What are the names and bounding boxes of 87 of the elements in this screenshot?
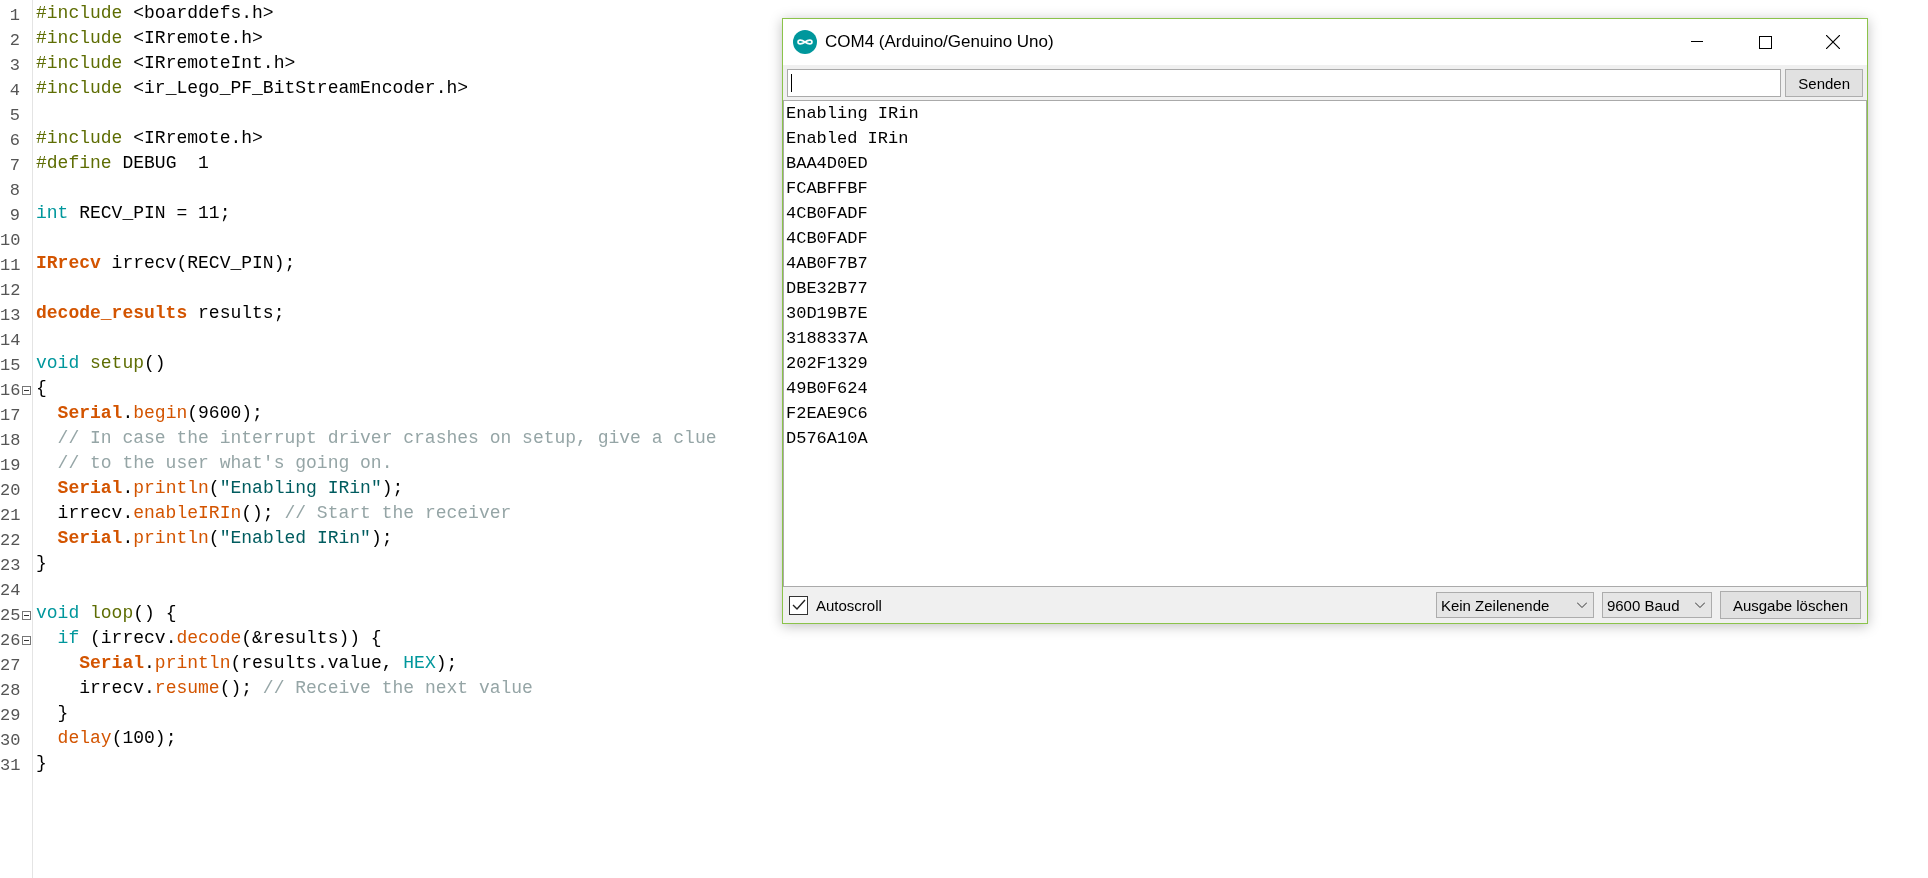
window-title: COM4 (Arduino/Genuino Uno): [825, 32, 1055, 52]
line-number: 18: [0, 431, 20, 450]
code-line: void setup(): [36, 353, 167, 375]
line-number: 3: [8, 56, 20, 75]
line-number: 10: [0, 231, 20, 250]
output-line: 30D19B7E: [786, 304, 869, 325]
line-number: 6: [8, 131, 20, 150]
close-icon: [1826, 35, 1840, 49]
send-button[interactable]: Senden: [1785, 69, 1863, 97]
fold-toggle-icon[interactable]: [22, 386, 31, 395]
output-line: 202F1329: [786, 354, 869, 375]
code-line: irrecv.enableIRIn(); // Start the receiver: [56, 503, 513, 525]
line-number: 5: [8, 106, 20, 125]
line-number: 2: [8, 31, 20, 50]
code-line: }: [36, 553, 48, 575]
line-number: 29: [0, 706, 20, 725]
code-line: Serial.begin(9600);: [56, 403, 264, 425]
output-line: Enabling IRin: [786, 104, 920, 125]
line-number: 22: [0, 531, 20, 550]
fold-toggle-icon[interactable]: [22, 636, 31, 645]
autoscroll-label: Autoscroll: [816, 596, 882, 614]
minimize-icon: [1691, 41, 1703, 43]
code-line: #include <boarddefs.h>: [36, 3, 275, 25]
code-line: void loop() {: [36, 603, 178, 625]
line-number: 4: [8, 81, 20, 100]
code-line: #include <IRremote.h>: [36, 128, 264, 150]
line-number: 20: [0, 481, 20, 500]
output-line: FCABFFBF: [786, 179, 869, 200]
output-line: F2EAE9C6: [786, 404, 869, 425]
line-number: 12: [0, 281, 20, 300]
code-line: #define DEBUG 1: [36, 153, 210, 175]
code-line: }: [36, 753, 48, 775]
code-line: if (irrecv.decode(&results)) {: [56, 628, 383, 650]
code-line: Serial.println("Enabling IRin");: [56, 478, 405, 500]
code-line: // In case the interrupt driver crashes on setup, give a clue: [56, 428, 717, 450]
fold-toggle-icon[interactable]: [22, 611, 31, 620]
code-line: delay(100);: [56, 728, 178, 750]
line-number: 21: [0, 506, 20, 525]
line-number: 23: [0, 556, 20, 575]
infinity-logo-icon: [793, 30, 817, 54]
code-line: }: [56, 703, 70, 725]
chevron-down-icon: [1694, 602, 1705, 608]
output-line: 3188337A: [786, 329, 869, 350]
output-line: 4CB0FADF: [786, 229, 869, 250]
output-line: DBE32B77: [786, 279, 869, 300]
code-line: irrecv.resume(); // Receive the next value: [78, 678, 534, 700]
line-number: 13: [0, 306, 20, 325]
line-number: 7: [8, 156, 20, 175]
line-number: 27: [0, 656, 20, 675]
chevron-down-icon: [1576, 602, 1587, 608]
autoscroll-checkbox[interactable]: [789, 595, 808, 615]
code-line: {: [36, 378, 48, 400]
line-number: 15: [0, 356, 20, 375]
line-ending-dropdown[interactable]: Kein Zeilenende: [1435, 592, 1594, 618]
code-line: Serial.println(results.value, HEX);: [78, 653, 459, 675]
line-number: 31: [0, 756, 20, 775]
line-number: 14: [0, 331, 20, 350]
line-number: 9: [8, 206, 20, 225]
line-number: 19: [0, 456, 20, 475]
line-number: 30: [0, 731, 20, 750]
code-line: int RECV_PIN = 11;: [36, 203, 232, 225]
line-number: 24: [0, 581, 20, 600]
line-number: 8: [8, 181, 20, 200]
code-line: // to the user what's going on.: [56, 453, 394, 475]
code-line: decode_results results;: [36, 303, 286, 325]
output-line: 49B0F624: [786, 379, 869, 400]
output-line: BAA4D0ED: [786, 154, 869, 175]
line-number: 16: [0, 381, 20, 400]
output-line: 4CB0FADF: [786, 204, 869, 225]
line-number: 11: [0, 256, 20, 275]
output-line: Enabled IRin: [786, 129, 910, 150]
send-input-field[interactable]: [787, 69, 1782, 97]
output-line: 4AB0F7B7: [786, 254, 869, 275]
line-number: 26: [0, 631, 20, 650]
code-line: Serial.println("Enabled IRin");: [56, 528, 394, 550]
code-line: #include <ir_Lego_PF_BitStreamEncoder.h>: [36, 78, 470, 100]
line-number: 17: [0, 406, 20, 425]
line-number: 28: [0, 681, 20, 700]
line-number: 25: [0, 606, 20, 625]
clear-output-button[interactable]: Ausgabe löschen: [1719, 591, 1861, 619]
code-line: #include <IRremote.h>: [36, 28, 264, 50]
code-line: IRrecv irrecv(RECV_PIN);: [36, 253, 297, 275]
maximize-icon: [1758, 35, 1772, 49]
baud-rate-dropdown[interactable]: 9600 Baud: [1601, 592, 1712, 618]
code-line: #include <IRremoteInt.h>: [36, 53, 297, 75]
line-number: 1: [8, 6, 20, 25]
output-line: D576A10A: [786, 429, 869, 450]
